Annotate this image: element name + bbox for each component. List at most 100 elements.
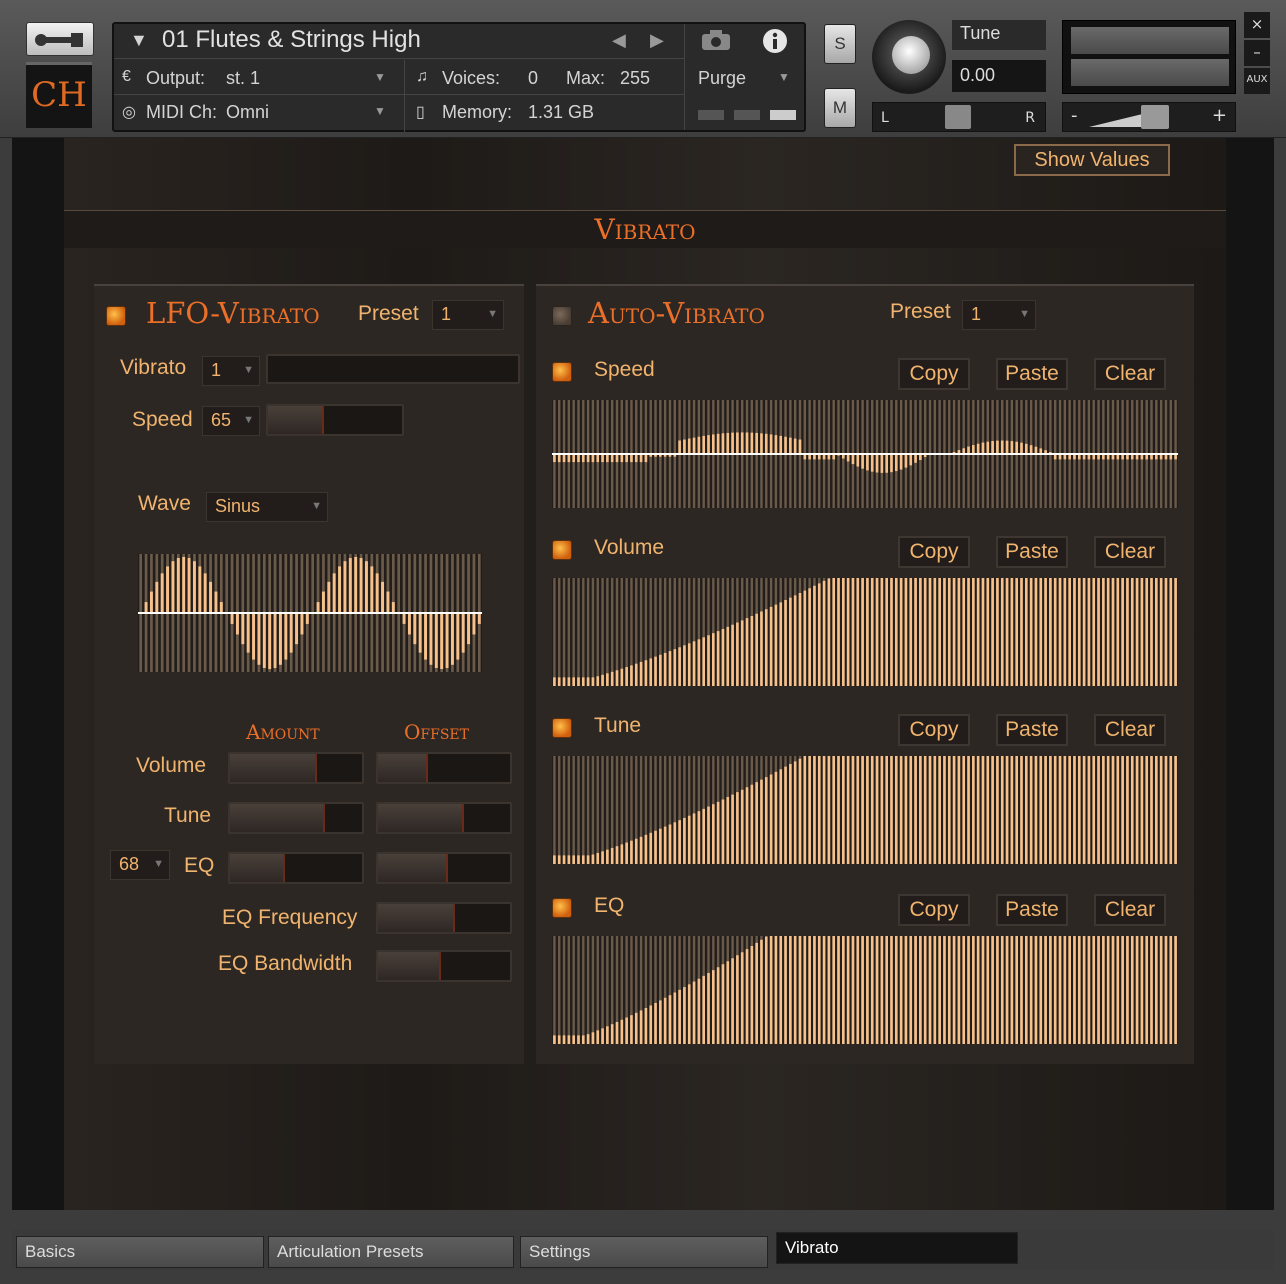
auto-tune-graph[interactable] (552, 756, 1178, 864)
auto-speed-toggle[interactable] (552, 362, 572, 382)
auto-tune-label: Tune (594, 714, 642, 737)
auto-volume-clear-button[interactable]: Clear (1094, 536, 1166, 568)
wrench-button[interactable] (26, 22, 94, 56)
eq-offset-slider[interactable] (376, 852, 512, 884)
show-values-button[interactable]: Show Values (1014, 144, 1170, 176)
auto-volume-graph[interactable] (552, 578, 1178, 686)
close-button[interactable]: × (1244, 12, 1270, 38)
vibrato-dropdown[interactable]: 1 (202, 356, 260, 386)
auto-eq-paste-button[interactable]: Paste (996, 894, 1068, 926)
eq-amount-fill (230, 854, 286, 882)
lfo-eq-label: EQ (184, 854, 215, 877)
mute-button[interactable]: M (824, 88, 856, 128)
max-value[interactable]: 255 (620, 68, 650, 89)
tab-vibrato[interactable]: Vibrato (776, 1232, 1018, 1264)
auto-tune-paste-button[interactable]: Paste (996, 714, 1068, 746)
purge-indicator-1 (698, 110, 724, 120)
output-dropdown-arrow[interactable]: ▼ (374, 70, 386, 84)
volume-handle[interactable] (1141, 105, 1169, 129)
tab-articulation-presets[interactable]: Articulation Presets (268, 1236, 514, 1268)
eq-bandwidth-slider[interactable] (376, 950, 512, 982)
eq-frequency-fill (378, 904, 455, 932)
auto-speed-clear-button[interactable]: Clear (1094, 358, 1166, 390)
lfo-title: LFO-Vibrato (146, 296, 320, 330)
auto-volume-copy-button[interactable]: Copy (898, 536, 970, 568)
tab-basics[interactable]: Basics (16, 1236, 264, 1268)
auto-speed-paste-button[interactable]: Paste (996, 358, 1068, 390)
lfo-preset-dropdown[interactable]: 1 (432, 300, 504, 330)
info-icon (763, 29, 787, 53)
pan-left-label: L (881, 110, 889, 126)
lfo-wave-graph (138, 554, 482, 672)
auto-speed-graph[interactable] (552, 400, 1178, 508)
purge-indicator-2 (734, 110, 760, 120)
auto-speed-copy-button[interactable]: Copy (898, 358, 970, 390)
output-label: Output: (146, 68, 206, 88)
midi-icon: ◎ (122, 104, 136, 121)
auto-eq-graph[interactable] (552, 936, 1178, 1044)
wrench-icon (35, 33, 83, 47)
minimize-button[interactable]: – (1244, 40, 1270, 66)
pan-slider[interactable]: L R (872, 102, 1046, 132)
tune-value[interactable]: 0.00 (952, 60, 1046, 92)
eq-frequency-label: EQ Frequency (222, 906, 358, 929)
volume-amount-slider[interactable] (228, 752, 364, 784)
tune-offset-slider[interactable] (376, 802, 512, 834)
info-button[interactable] (762, 28, 788, 59)
volume-offset-slider[interactable] (376, 752, 512, 784)
lfo-preset-label: Preset (358, 302, 419, 325)
midi-value[interactable]: Omni (226, 102, 269, 123)
tune-knob[interactable] (872, 20, 946, 94)
memory-value: 1.31 GB (528, 102, 595, 122)
eq-frequency-slider[interactable] (376, 902, 512, 934)
next-instrument-button[interactable]: ▶ (650, 30, 664, 51)
eq-bandwidth-label: EQ Bandwidth (218, 952, 353, 975)
auto-eq-copy-button[interactable]: Copy (898, 894, 970, 926)
eq-number-dropdown[interactable]: 68 (110, 850, 170, 880)
purge-label[interactable]: Purge (698, 68, 746, 89)
amount-header: Amount (246, 720, 320, 744)
vibrato-label: Vibrato (120, 356, 187, 379)
logo: CH (26, 62, 92, 128)
lfo-volume-label: Volume (136, 754, 207, 777)
eq-amount-slider[interactable] (228, 852, 364, 884)
pan-handle[interactable] (945, 105, 971, 129)
output-value[interactable]: st. 1 (226, 68, 260, 89)
auto-title: Auto-Vibrato (588, 296, 765, 330)
auto-enable-toggle[interactable] (552, 306, 572, 326)
volume-minus: - (1071, 105, 1078, 126)
instrument-name[interactable]: 01 Flutes & Strings High (162, 26, 421, 54)
solo-button[interactable]: S (824, 24, 856, 64)
auto-tune-copy-button[interactable]: Copy (898, 714, 970, 746)
volume-slider[interactable]: - + (1062, 102, 1236, 132)
tune-amount-fill (230, 804, 326, 832)
speed-slider[interactable] (266, 404, 404, 436)
purge-dropdown-arrow[interactable]: ▼ (778, 70, 790, 84)
snapshot-button[interactable] (700, 28, 732, 57)
auto-preset-dropdown[interactable]: 1 (962, 300, 1036, 330)
volume-offset-fill (378, 754, 429, 782)
speed-dropdown[interactable]: 65 (202, 406, 260, 436)
tune-amount-slider[interactable] (228, 802, 364, 834)
speed-label: Speed (132, 408, 193, 431)
voices-value: 0 (528, 68, 539, 88)
auto-eq-toggle[interactable] (552, 898, 572, 918)
auto-tune-clear-button[interactable]: Clear (1094, 714, 1166, 746)
lfo-enable-toggle[interactable] (106, 306, 126, 326)
volume-amount-fill (230, 754, 318, 782)
midi-dropdown-arrow[interactable]: ▼ (374, 104, 386, 118)
eq-offset-fill (378, 854, 448, 882)
vibrato-slider[interactable] (266, 354, 520, 384)
aux-button[interactable]: AUX (1244, 68, 1270, 94)
prev-instrument-button[interactable]: ◀ (612, 30, 626, 51)
voices-label: Voices: (442, 68, 501, 88)
auto-volume-paste-button[interactable]: Paste (996, 536, 1068, 568)
tab-settings[interactable]: Settings (520, 1236, 768, 1268)
logo-text: CH (31, 75, 87, 115)
meter-right (1071, 59, 1229, 86)
auto-tune-toggle[interactable] (552, 718, 572, 738)
wave-dropdown[interactable]: Sinus (206, 492, 328, 522)
auto-eq-clear-button[interactable]: Clear (1094, 894, 1166, 926)
auto-volume-toggle[interactable] (552, 540, 572, 560)
instrument-dropdown-arrow[interactable]: ▼ (130, 30, 148, 51)
